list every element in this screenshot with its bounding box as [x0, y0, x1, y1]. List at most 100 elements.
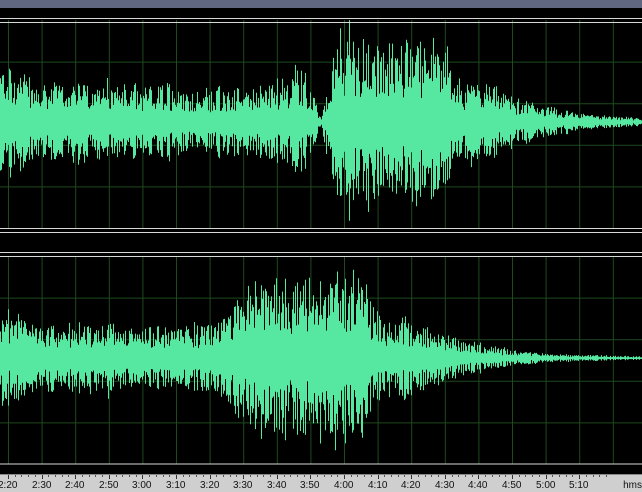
ruler-minor-tick: [552, 475, 553, 477]
ruler-minor-tick: [284, 475, 285, 477]
ruler-time-label: 3:40: [267, 480, 287, 491]
ruler-minor-tick: [452, 475, 453, 477]
ruler-minor-tick: [599, 475, 600, 477]
ruler-tick: [243, 475, 244, 479]
ruler-minor-tick: [525, 475, 526, 477]
ruler-minor-tick: [68, 475, 69, 477]
ruler-tick: [512, 475, 513, 479]
ruler-minor-tick: [572, 475, 573, 477]
ruler-minor-tick: [82, 475, 83, 477]
ruler-time-label: 2:30: [32, 480, 52, 491]
ruler-minor-tick: [539, 475, 540, 477]
ruler-minor-tick: [304, 475, 305, 477]
ruler-time-label: 3:00: [132, 480, 152, 491]
ruler-minor-tick: [297, 475, 298, 477]
ruler-tick: [210, 475, 211, 479]
ruler-time-label: 3:20: [200, 480, 220, 491]
ruler-minor-tick: [438, 475, 439, 477]
ruler-tick: [378, 475, 379, 479]
ruler-minor-tick: [203, 475, 204, 477]
ruler-tick: [546, 475, 547, 479]
ruler-minor-tick: [189, 475, 190, 477]
ruler-minor-tick: [21, 475, 22, 477]
ruler-minor-tick: [129, 475, 130, 477]
ruler-tick: [75, 475, 76, 479]
ruler-minor-tick: [364, 475, 365, 477]
ruler-tick: [42, 475, 43, 479]
ruler-time-label: 4:40: [468, 480, 488, 491]
ruler-minor-tick: [216, 475, 217, 477]
ruler-minor-tick: [357, 475, 358, 477]
ruler-time-label: 4:00: [334, 480, 354, 491]
ruler-minor-tick: [593, 475, 594, 477]
ruler-minor-tick: [586, 475, 587, 477]
ruler-minor-tick: [472, 475, 473, 477]
ruler-minor-tick: [183, 475, 184, 477]
ruler-minor-tick: [62, 475, 63, 477]
ruler-minor-tick: [404, 475, 405, 477]
ruler-time-label: 2:50: [99, 480, 119, 491]
ruler-minor-tick: [324, 475, 325, 477]
ruler-tick: [579, 475, 580, 479]
waveform-display[interactable]: [0, 0, 642, 474]
ruler-tick: [411, 475, 412, 479]
ruler-tick: [445, 475, 446, 479]
ruler-minor-tick: [505, 475, 506, 477]
ruler-tick: [8, 475, 9, 479]
ruler-minor-tick: [337, 475, 338, 477]
ruler-minor-tick: [116, 475, 117, 477]
ruler-minor-tick: [48, 475, 49, 477]
ruler-minor-tick: [425, 475, 426, 477]
ruler-minor-tick: [418, 475, 419, 477]
ruler-time-label: 4:50: [502, 480, 522, 491]
ruler-tick: [277, 475, 278, 479]
ruler-minor-tick: [28, 475, 29, 477]
ruler-minor-tick: [606, 475, 607, 477]
ruler-minor-tick: [149, 475, 150, 477]
ruler-time-label: 5:10: [569, 480, 589, 491]
ruler-minor-tick: [499, 475, 500, 477]
ruler-time-label: 2:40: [65, 480, 85, 491]
ruler-minor-tick: [230, 475, 231, 477]
ruler-time-label: 3:50: [300, 480, 320, 491]
ruler-minor-tick: [169, 475, 170, 477]
ruler-minor-tick: [492, 475, 493, 477]
ruler-time-label: 2:20: [0, 480, 18, 491]
ruler-minor-tick: [331, 475, 332, 477]
waveform-editor: hms 2:20 2:30 2:40 2:50 3:00 3:10 3:20 3:30 3:40…: [0, 0, 642, 492]
ruler-minor-tick: [156, 475, 157, 477]
ruler-tick: [478, 475, 479, 479]
ruler-time-label: 4:10: [368, 480, 388, 491]
ruler-minor-tick: [250, 475, 251, 477]
ruler-minor-tick: [519, 475, 520, 477]
ruler-time-label: 3:10: [166, 480, 186, 491]
ruler-minor-tick: [532, 475, 533, 477]
ruler-minor-tick: [263, 475, 264, 477]
ruler-time-label: 4:30: [435, 480, 455, 491]
ruler-time-label: 4:20: [401, 480, 421, 491]
ruler-minor-tick: [317, 475, 318, 477]
ruler-tick: [310, 475, 311, 479]
ruler-minor-tick: [270, 475, 271, 477]
ruler-minor-tick: [257, 475, 258, 477]
ruler-minor-tick: [15, 475, 16, 477]
ruler-time-label: 5:00: [536, 480, 556, 491]
ruler-tick: [344, 475, 345, 479]
ruler-minor-tick: [566, 475, 567, 477]
ruler-minor-tick: [485, 475, 486, 477]
ruler-minor-tick: [236, 475, 237, 477]
ruler-tick: [176, 475, 177, 479]
ruler-minor-tick: [458, 475, 459, 477]
time-unit-label: hms: [623, 480, 642, 491]
ruler-minor-tick: [351, 475, 352, 477]
ruler-minor-tick: [559, 475, 560, 477]
ruler-time-label: 3:30: [233, 480, 253, 491]
ruler-minor-tick: [35, 475, 36, 477]
ruler-minor-tick: [196, 475, 197, 477]
ruler-minor-tick: [122, 475, 123, 477]
timeline-ruler[interactable]: hms 2:20 2:30 2:40 2:50 3:00 3:10 3:20 3:30 3:40…: [0, 474, 642, 492]
ruler-tick: [142, 475, 143, 479]
ruler-minor-tick: [398, 475, 399, 477]
ruler-minor-tick: [95, 475, 96, 477]
ruler-minor-tick: [102, 475, 103, 477]
